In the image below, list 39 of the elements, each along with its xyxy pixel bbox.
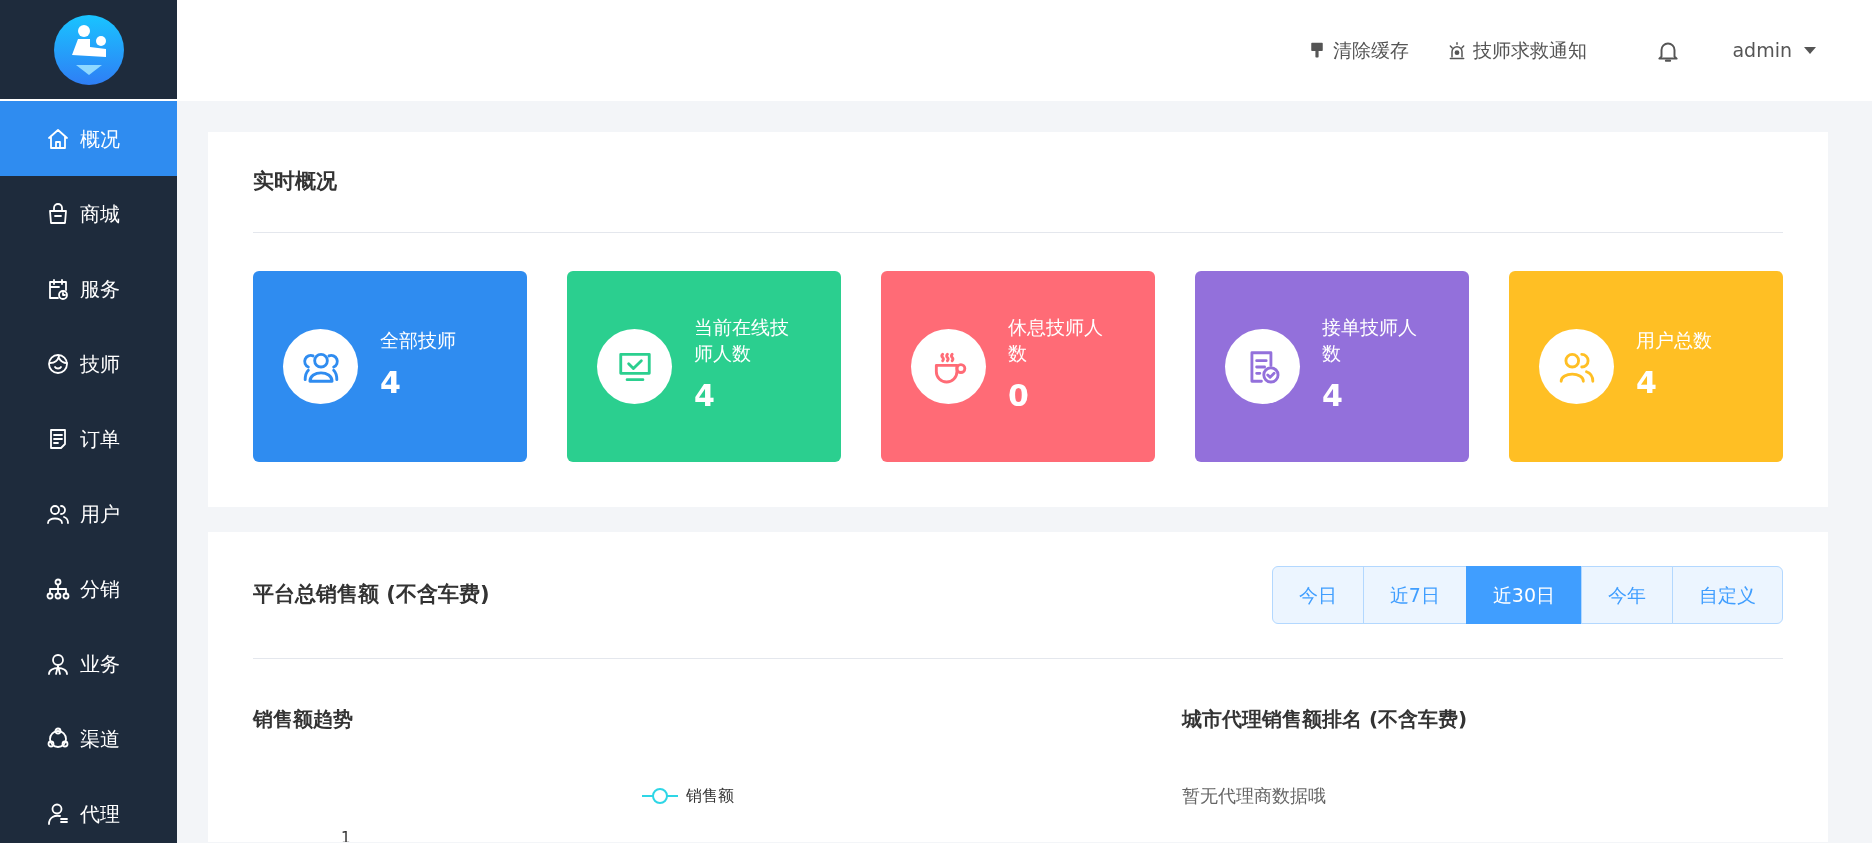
sidebar-item[interactable]: 商城 xyxy=(0,176,177,251)
legend-icon xyxy=(641,786,678,806)
sidebar-item[interactable]: 服务 xyxy=(0,251,177,326)
stat-value: 0 xyxy=(1008,376,1030,415)
logo-icon xyxy=(53,14,124,85)
person-list-icon xyxy=(46,801,70,826)
bag-icon xyxy=(46,201,70,226)
user-menu[interactable]: admin xyxy=(1726,35,1822,66)
empty-message: 暂无代理商数据哦 xyxy=(1182,785,1326,806)
house-icon xyxy=(46,126,70,151)
stat-label: 用户总数 xyxy=(1636,328,1713,354)
header-action[interactable]: 技师求救通知 xyxy=(1441,35,1594,66)
sidebar-item[interactable]: 业务 xyxy=(0,626,177,701)
network-icon xyxy=(46,726,70,751)
face-icon xyxy=(46,351,70,376)
section-title: 实时概况 xyxy=(253,168,337,196)
sidebar-item[interactable]: 分销 xyxy=(0,551,177,626)
section-title: 平台总销售额 (不含车费) xyxy=(253,581,490,609)
sidebar-item[interactable]: 订单 xyxy=(0,401,177,476)
stat-value: 4 xyxy=(1636,363,1658,402)
chart-title: 销售额趋势 xyxy=(253,707,353,731)
stat-value: 4 xyxy=(694,376,716,415)
person-icon xyxy=(46,651,70,676)
sidebar-item[interactable]: 代理 xyxy=(0,776,177,843)
stat-label: 接单技师人数 xyxy=(1322,315,1418,366)
stat-label: 休息技师人数 xyxy=(1008,315,1104,366)
header-action[interactable]: 清除缓存 xyxy=(1301,35,1416,66)
stat-label: 当前在线技师人数 xyxy=(694,315,790,366)
stat-value: 4 xyxy=(1322,376,1344,415)
calendar-clock-icon xyxy=(46,276,70,301)
sidebar-item[interactable]: 渠道 xyxy=(0,701,177,776)
sidebar-item[interactable]: 技师 xyxy=(0,326,177,401)
caret-icon xyxy=(1804,46,1816,55)
stat-label: 全部技师 xyxy=(380,328,457,354)
hierarchy-icon xyxy=(46,576,70,601)
stat-value: 4 xyxy=(380,363,402,402)
chart-title: 城市代理销售额排名 (不含车费) xyxy=(1182,707,1468,731)
legend-label: 销售额 xyxy=(685,785,734,807)
sidebar-item[interactable]: 用户 xyxy=(0,476,177,551)
